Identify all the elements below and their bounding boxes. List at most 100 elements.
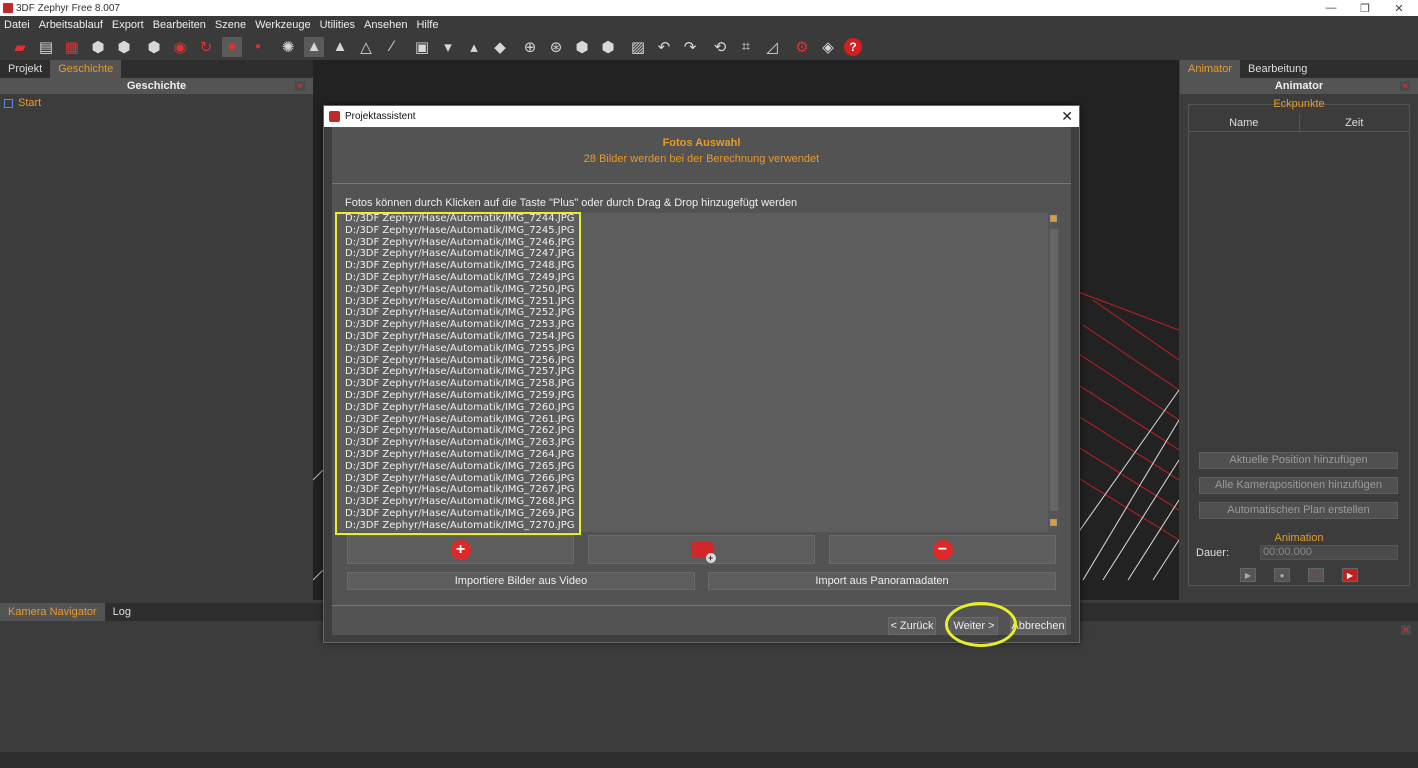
cube-3d-icon[interactable]: ◈	[818, 37, 838, 57]
rotate-icon[interactable]: ⟲	[710, 37, 730, 57]
video-export-icon[interactable]: ▶	[1342, 568, 1358, 582]
history-item-label: Start	[18, 97, 42, 109]
import-from-video-button[interactable]: Importiere Bilder aus Video	[347, 572, 695, 590]
left-tabs: Projekt Geschichte	[0, 60, 313, 78]
light-icon[interactable]: ✺	[278, 37, 298, 57]
tab-animator[interactable]: Animator	[1180, 60, 1241, 78]
dialog-title-bar: Projektassistent ✕	[324, 106, 1079, 127]
title-bar: 3DF Zephyr Free 8.007 — ❐ ✕	[0, 0, 1418, 16]
brush-icon[interactable]: ∕	[382, 37, 402, 57]
menu-ansehen[interactable]: Ansehen	[364, 19, 407, 31]
toolbar: ▰ ▤ ▦ ⬢ ⬢ ⬢ ◉ ↻ ● ▪ ✺ ▲ ▲ △ ∕ ▣ ▾ ▴ ◆ ⊕ …	[0, 33, 1418, 60]
sphere-grid-icon[interactable]: ⊕	[520, 37, 540, 57]
scroll-up-icon[interactable]	[1050, 215, 1057, 222]
crop-icon[interactable]: ⌗	[736, 37, 756, 57]
app-icon	[3, 3, 13, 13]
refresh-icon[interactable]: ↻	[196, 37, 216, 57]
keyframes-legend: Eckpunkte	[1273, 98, 1325, 110]
scroll-down-icon[interactable]	[1050, 519, 1057, 526]
scrollbar-track[interactable]	[1050, 229, 1058, 511]
create-automatic-plan-button[interactable]: Automatischen Plan erstellen	[1199, 502, 1398, 519]
image-icon[interactable]: ▨	[628, 37, 648, 57]
tab-log[interactable]: Log	[105, 603, 139, 621]
measure-icon[interactable]: ◿	[762, 37, 782, 57]
loop-icon[interactable]: ○	[1308, 568, 1324, 582]
help-icon[interactable]: ?	[844, 37, 862, 56]
dialog-close-icon[interactable]: ✕	[1061, 108, 1073, 125]
duration-input[interactable]: 00:00.000	[1260, 545, 1398, 560]
triangle-icon[interactable]: ▲	[330, 37, 350, 57]
cameras-icon[interactable]: ▣	[412, 37, 432, 57]
cube-gear-icon[interactable]: ⬢	[144, 37, 164, 57]
project-wizard-dialog: Projektassistent ✕ Fotos Auswahl 28 Bild…	[323, 105, 1080, 647]
wireframe-icon[interactable]: △	[356, 37, 376, 57]
minus-icon: −	[932, 539, 953, 560]
grid-cube-icon[interactable]: ▦	[62, 37, 82, 57]
animator-title-text: Animator	[1274, 80, 1324, 92]
mesh-icon[interactable]: ▲	[304, 36, 324, 57]
window-title: 3DF Zephyr Free 8.007	[16, 2, 120, 14]
undo-icon[interactable]: ↶	[654, 37, 674, 57]
close-bottom-panel-icon[interactable]: ✕	[1401, 625, 1411, 635]
cube-alt-icon[interactable]: ⬢	[114, 37, 134, 57]
column-zeit[interactable]: Zeit	[1300, 114, 1410, 131]
settings-gear-icon[interactable]: ⚙	[792, 37, 812, 57]
play-icon[interactable]: ▶	[1240, 568, 1256, 582]
new-project-icon[interactable]: ▰	[10, 37, 30, 57]
points-icon[interactable]: ◆	[490, 37, 510, 57]
dialog-title: Projektassistent	[345, 111, 416, 122]
dialog-heading: Fotos Auswahl	[662, 137, 741, 149]
duration-label: Dauer:	[1196, 547, 1230, 559]
redo-icon[interactable]: ↷	[680, 37, 700, 57]
cube-icon[interactable]: ⬢	[88, 37, 108, 57]
back-button[interactable]: < Zurück	[888, 617, 936, 635]
plus-icon: +	[450, 539, 471, 560]
remove-photos-button[interactable]: −	[829, 535, 1056, 564]
tab-geschichte[interactable]: Geschichte	[50, 60, 122, 78]
box-alt-icon[interactable]: ⬢	[598, 37, 618, 57]
add-current-position-button[interactable]: Aktuelle Position hinzufügen	[1199, 452, 1398, 469]
sphere-icon[interactable]: ⊛	[546, 37, 566, 57]
cancel-button[interactable]: Abbrechen	[1010, 617, 1066, 635]
close-animator-panel-icon[interactable]: ✕	[1400, 81, 1410, 91]
tab-projekt[interactable]: Projekt	[0, 60, 50, 78]
close-history-panel-icon[interactable]: ✕	[295, 81, 305, 91]
dialog-app-icon	[329, 111, 340, 122]
tab-kamera-navigator[interactable]: Kamera Navigator	[0, 603, 105, 621]
keyframes-table-header: Name Zeit	[1189, 114, 1409, 132]
camera-icon[interactable]: ◉	[170, 37, 190, 57]
menu-hilfe[interactable]: Hilfe	[416, 19, 438, 31]
tab-bearbeitung[interactable]: Bearbeitung	[1240, 60, 1315, 78]
file-list-highlight-annotation	[335, 212, 581, 535]
column-name[interactable]: Name	[1189, 114, 1300, 131]
file-list-scrollbar[interactable]	[1048, 213, 1060, 532]
next-button-highlight-annotation	[945, 602, 1017, 647]
box-icon[interactable]: ⬢	[572, 37, 592, 57]
history-item-start[interactable]: Start	[0, 94, 313, 109]
menu-export[interactable]: Export	[112, 19, 144, 31]
import-panorama-button[interactable]: Import aus Panoramadaten	[708, 572, 1056, 590]
right-tabs: Animator Bearbeitung	[1180, 60, 1418, 78]
menu-bearbeiten[interactable]: Bearbeiten	[153, 19, 206, 31]
add-photos-button[interactable]: +	[347, 535, 574, 564]
menu-datei[interactable]: Datei	[4, 19, 30, 31]
menu-arbeitsablauf[interactable]: Arbeitsablauf	[39, 19, 103, 31]
save-icon[interactable]: ▤	[36, 37, 56, 57]
point-icon[interactable]: ▾	[438, 37, 458, 57]
close-window-button[interactable]: ✕	[1382, 0, 1416, 16]
restore-button[interactable]: ❐	[1348, 0, 1382, 16]
point-add-icon[interactable]: ▴	[464, 37, 484, 57]
history-panel: Projekt Geschichte Geschichte ✕ Start	[0, 60, 313, 600]
status-bar	[0, 752, 1418, 768]
network-icon[interactable]: ▪	[248, 37, 268, 57]
record-icon[interactable]: ●	[222, 36, 242, 57]
minimize-button[interactable]: —	[1314, 0, 1348, 16]
dialog-subheading: 28 Bilder werden bei der Berechnung verw…	[583, 153, 820, 165]
menu-utilities[interactable]: Utilities	[320, 19, 355, 31]
menu-szene[interactable]: Szene	[215, 19, 246, 31]
add-folder-button[interactable]	[588, 535, 815, 564]
menu-werkzeuge[interactable]: Werkzeuge	[255, 19, 310, 31]
menu-bar: Datei Arbeitsablauf Export Bearbeiten Sz…	[0, 16, 1418, 33]
add-all-camera-positions-button[interactable]: Alle Kamerapositionen hinzufügen	[1199, 477, 1398, 494]
record-circle-icon[interactable]: ●	[1274, 568, 1290, 582]
